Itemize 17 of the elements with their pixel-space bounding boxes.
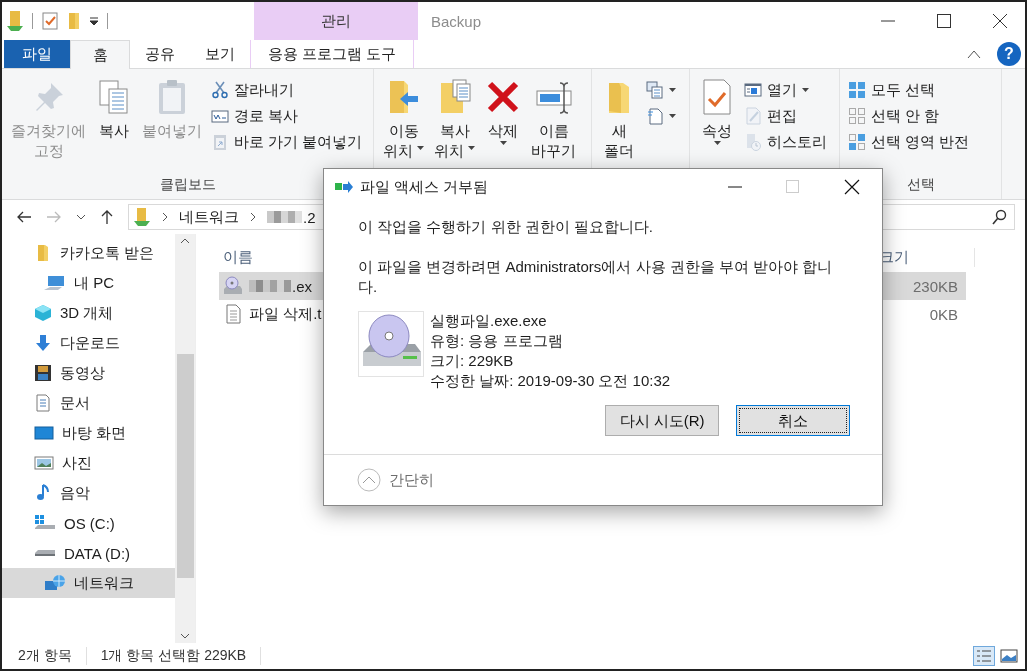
group-label: 클립보드 — [159, 176, 216, 194]
file-size: 0KB — [928, 305, 959, 323]
group-label: 선택 — [906, 176, 935, 194]
file-property: 수정한 날짜: 2019-09-30 오전 10:32 — [430, 371, 671, 391]
file-name: .ex — [249, 277, 312, 295]
status-text: 2개 항목 — [18, 647, 87, 665]
dialog-message: 이 작업을 수행하기 위한 권한이 필요합니다. — [358, 217, 654, 237]
dialog-detail: 이 파일을 변경하려면 Administrators에서 사용 권한을 부여 받아야 합니다. — [358, 257, 834, 297]
context-tab-header: 관리 — [254, 2, 418, 40]
file-name: 파일 삭제.t — [249, 304, 322, 324]
window-title: Backup — [430, 11, 483, 32]
status-text: 1개 항목 선택함 229KB — [100, 647, 262, 665]
file-property: 유형: 응용 프로그램 — [430, 331, 564, 351]
file-name: 실행파일.exe.exe — [430, 311, 548, 331]
file-size: 230KB — [911, 277, 959, 295]
file-property: 크기: 229KB — [430, 351, 515, 371]
dialog-title: 파일 액세스 거부됨 — [360, 177, 490, 197]
